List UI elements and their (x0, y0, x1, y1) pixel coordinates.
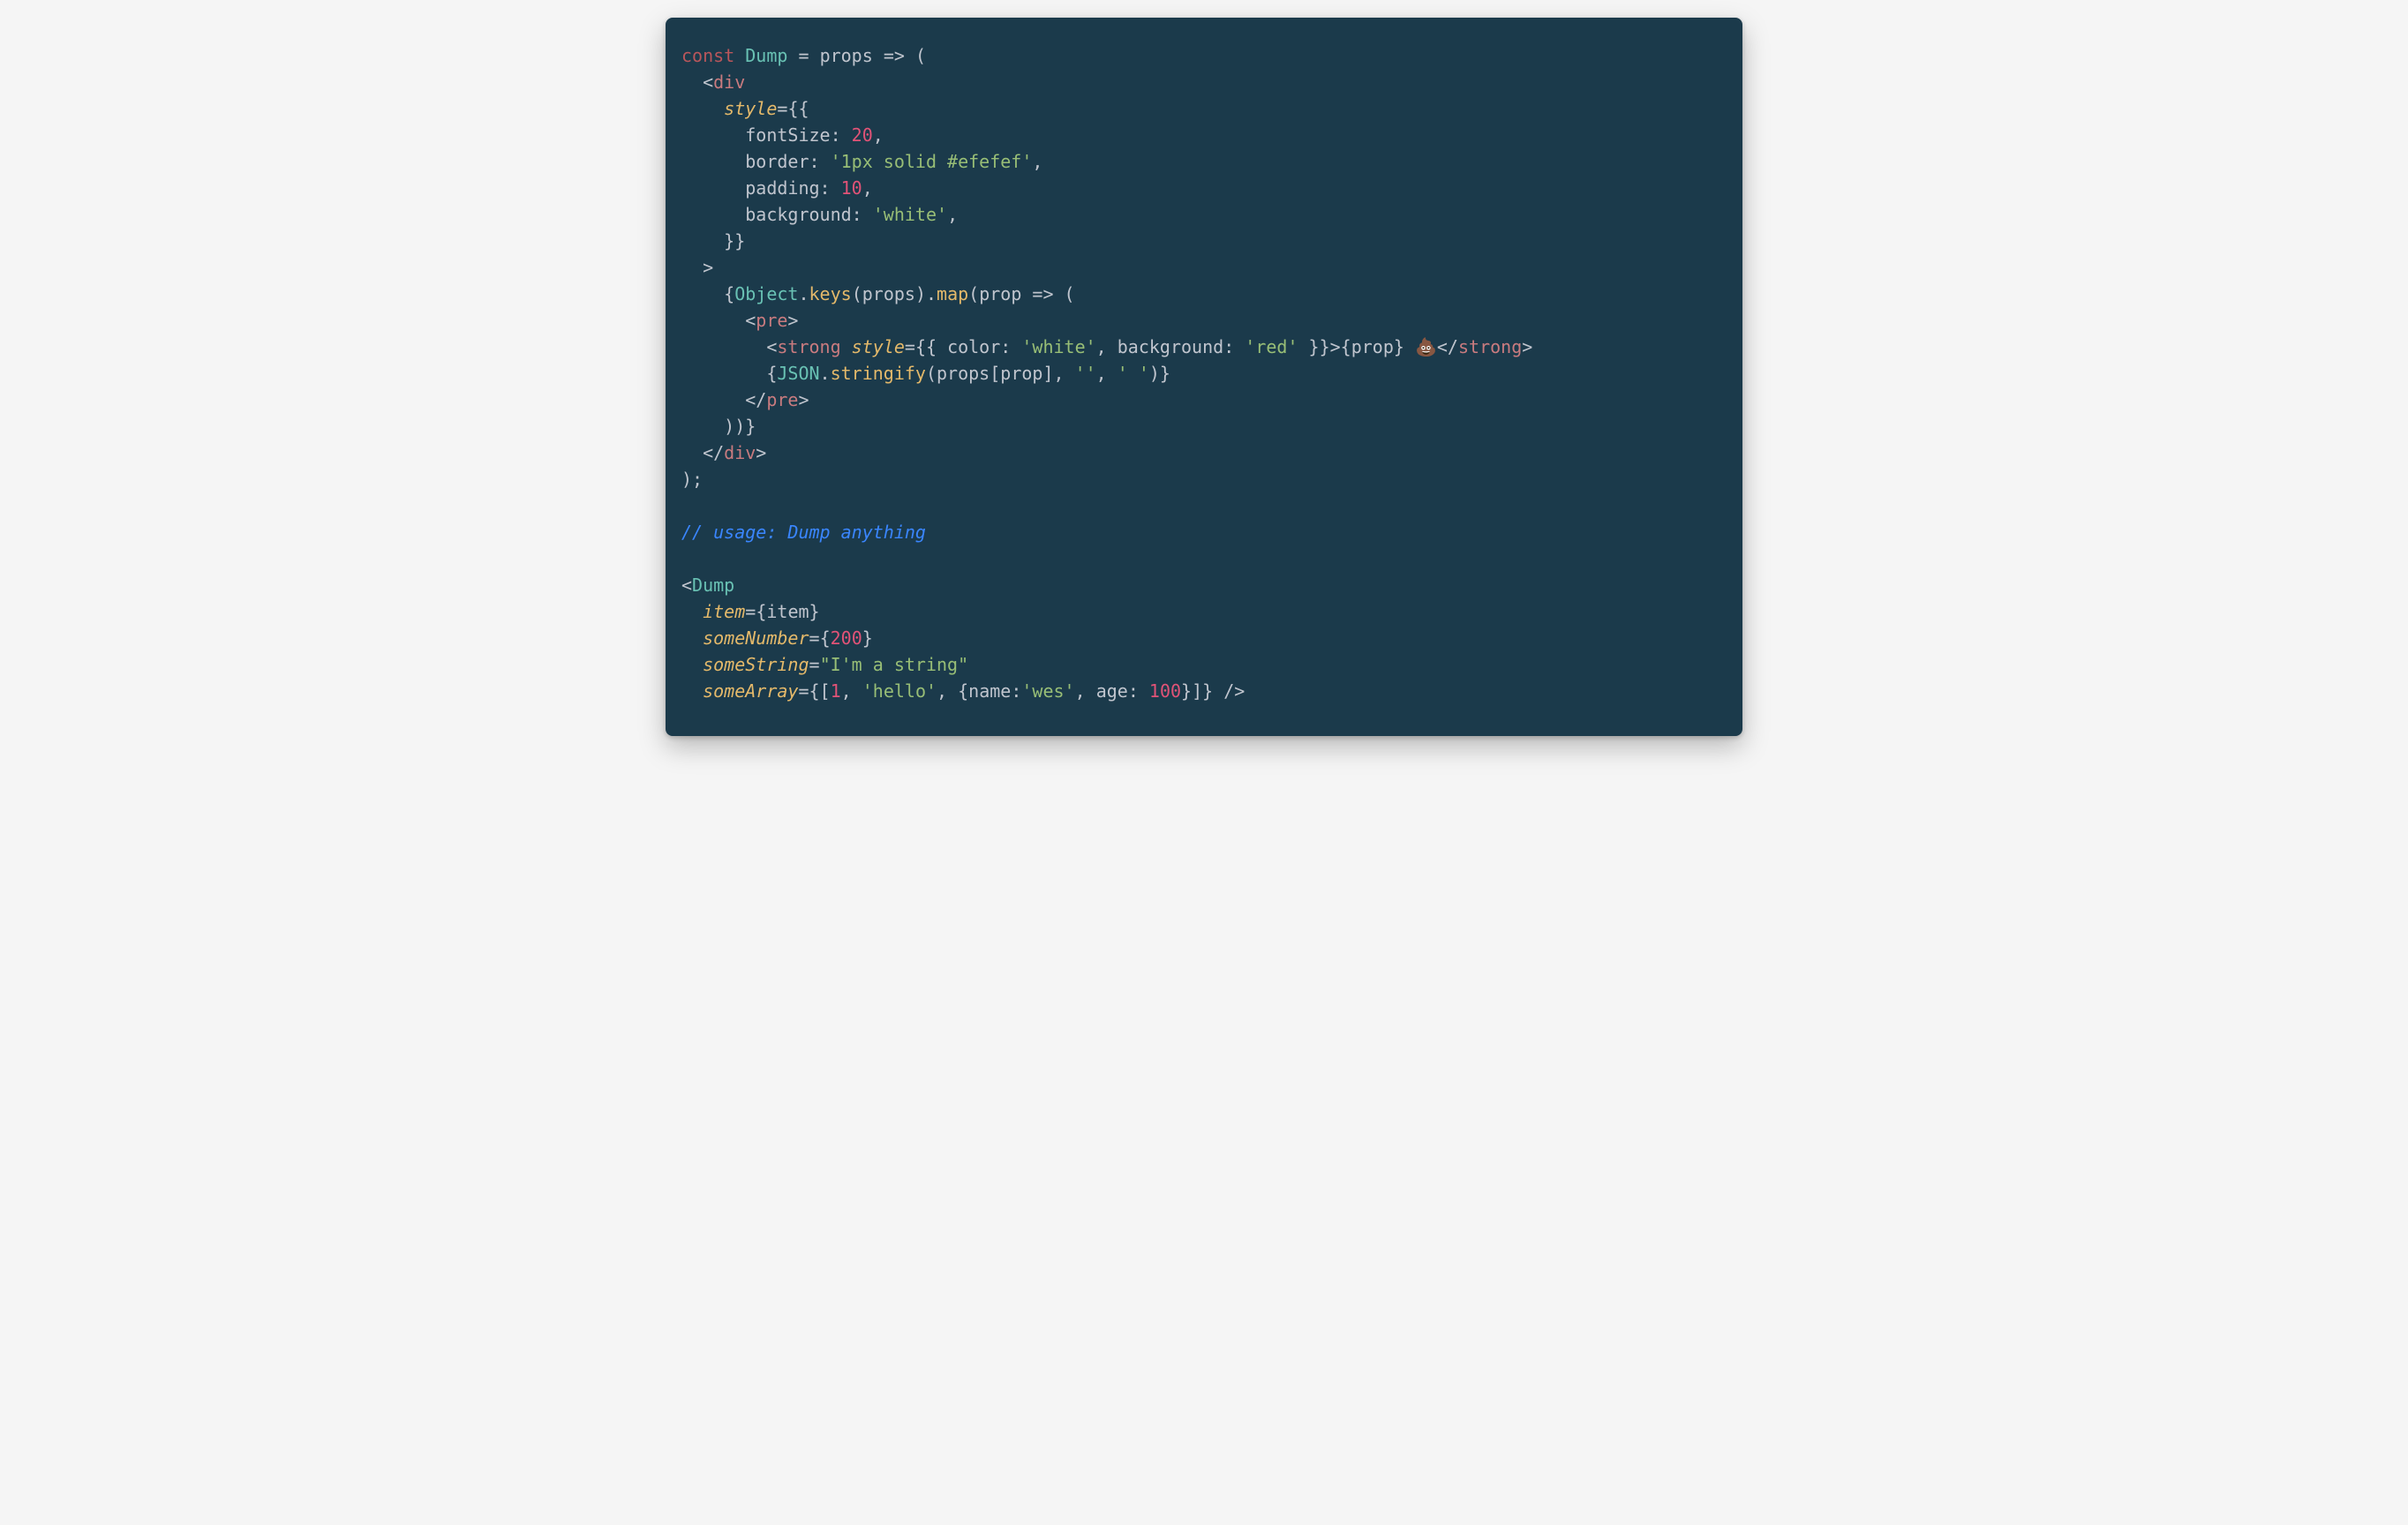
jsx-attr-somestring: someString (703, 654, 809, 675)
code-block: const Dump = props => ( <div style={{ fo… (681, 42, 1727, 704)
prop-border: border (745, 151, 809, 172)
prop-padding: padding (745, 177, 819, 199)
comment-usage: // usage: Dump anything (681, 522, 926, 543)
param-props: props (820, 45, 873, 66)
value-10: 10 (841, 177, 862, 199)
method-stringify: stringify (831, 363, 926, 384)
value-border: '1px solid #efefef' (831, 151, 1033, 172)
prop-fontsize: fontSize (745, 124, 830, 146)
jsx-tag-pre: pre (756, 310, 787, 331)
jsx-attr-style: style (724, 98, 777, 119)
value-white: 'white' (873, 204, 947, 225)
value-20: 20 (852, 124, 873, 146)
method-map: map (937, 283, 968, 304)
poop-emoji: 💩 (1415, 336, 1437, 357)
builtin-json: JSON (777, 363, 819, 384)
jsx-tag-div: div (713, 71, 745, 93)
jsx-attr-item: item (703, 601, 745, 622)
code-card: const Dump = props => ( <div style={{ fo… (666, 18, 1742, 736)
jsx-component-dump: Dump (692, 575, 734, 596)
jsx-attr-somenumber: someNumber (703, 627, 809, 649)
method-keys: keys (809, 283, 852, 304)
prop-background: background (745, 204, 851, 225)
const-name-dump: Dump (745, 45, 787, 66)
jsx-attr-somearray: someArray (703, 680, 798, 702)
jsx-tag-strong: strong (777, 336, 840, 357)
builtin-object: Object (734, 283, 798, 304)
keyword-const: const (681, 45, 734, 66)
jsx-attr-style-inner: style (852, 336, 905, 357)
